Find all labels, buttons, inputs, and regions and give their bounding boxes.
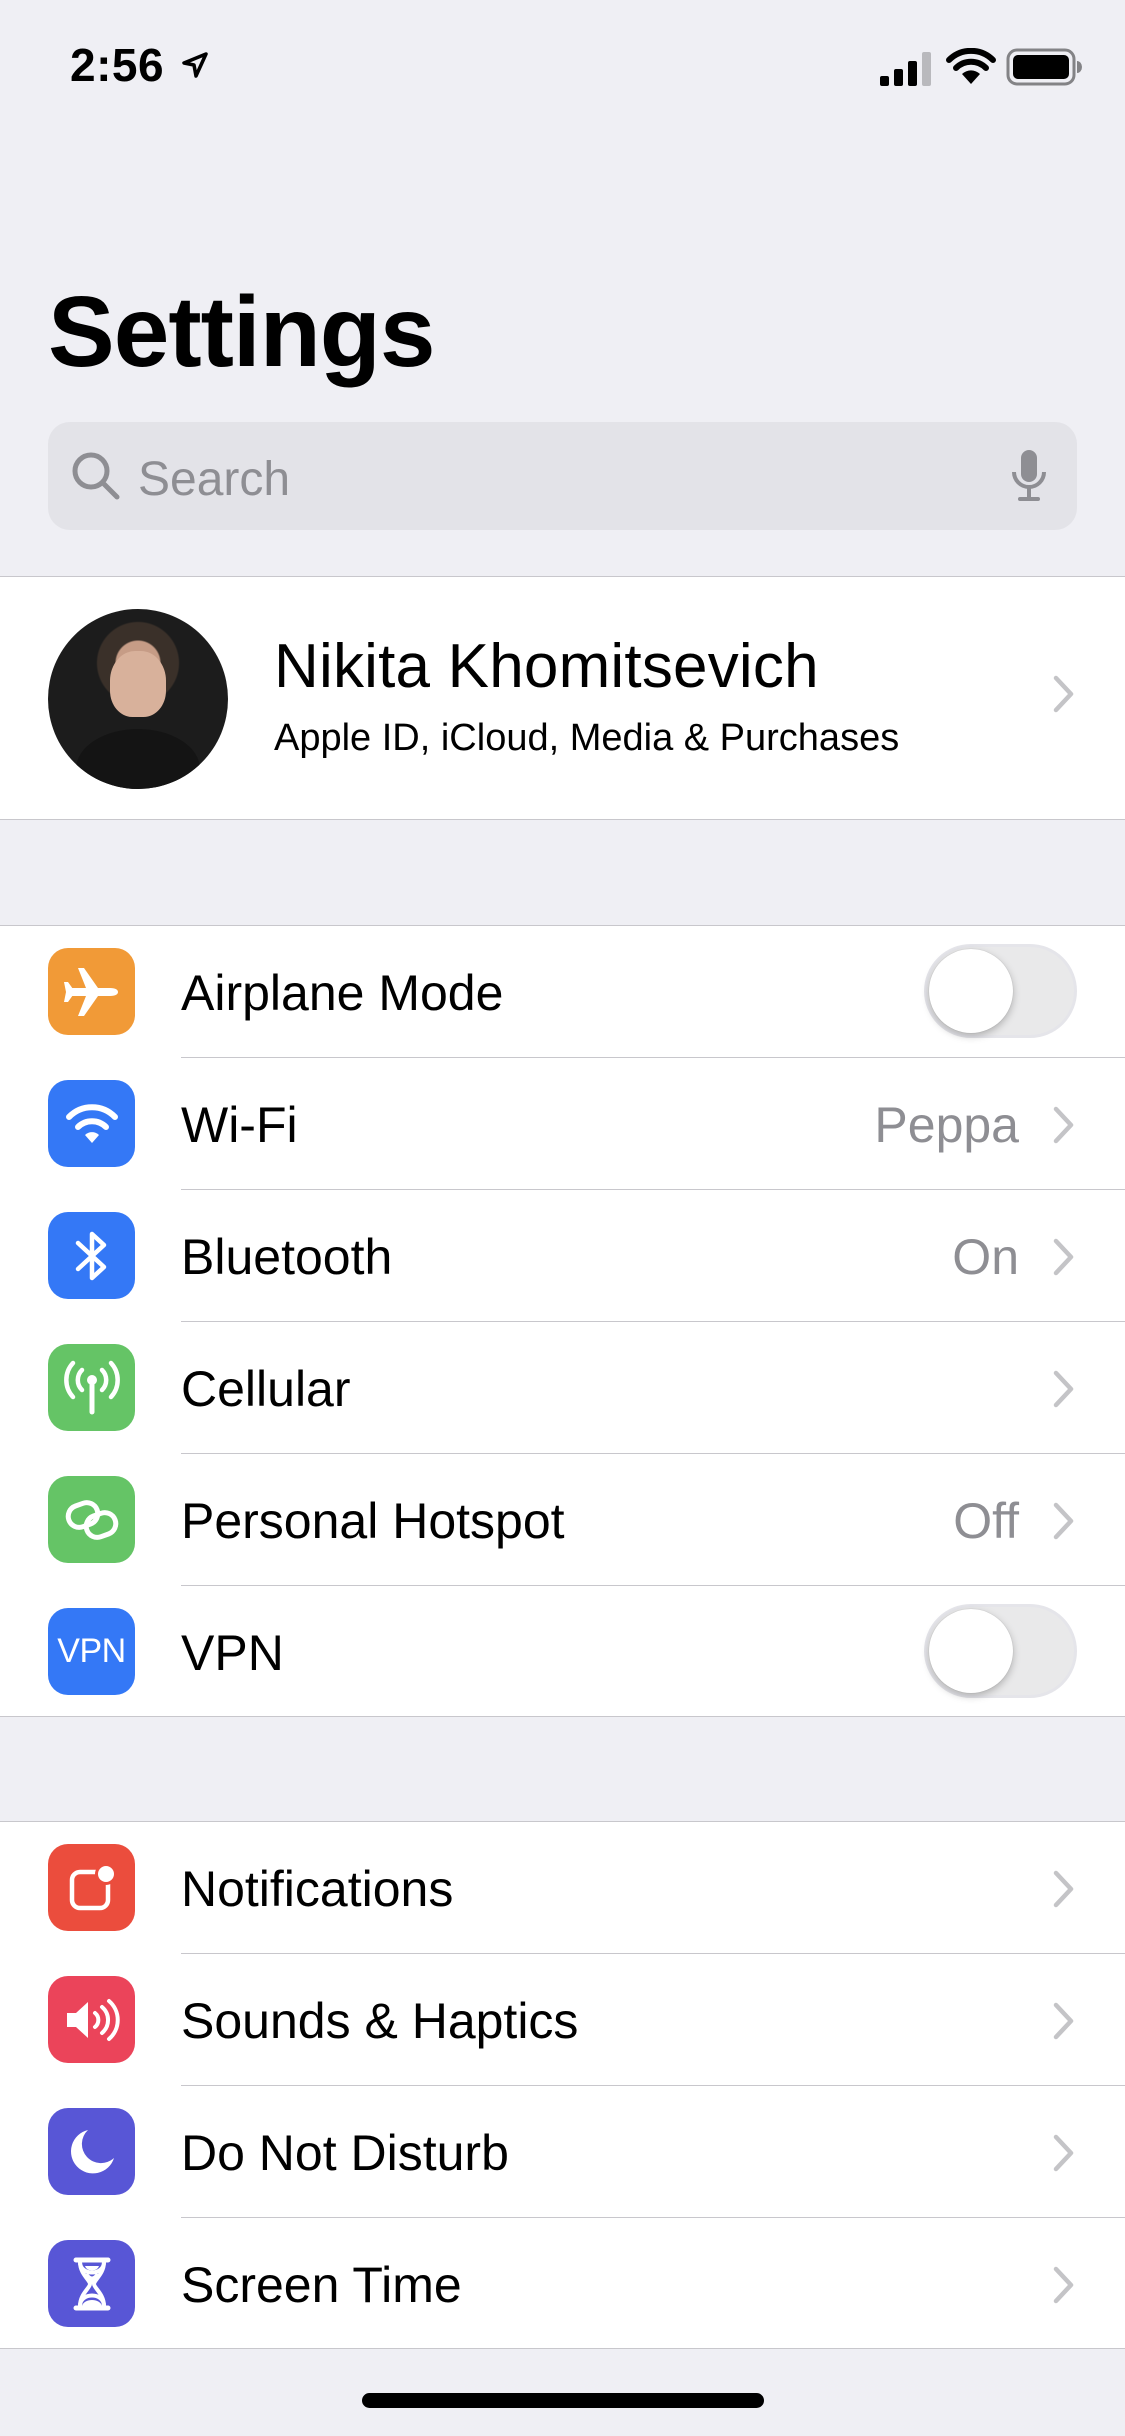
- search-icon: [72, 452, 120, 500]
- wifi-icon: [48, 1080, 135, 1167]
- row-value: Peppa: [874, 1097, 1019, 1153]
- airplane-mode-toggle[interactable]: [924, 944, 1077, 1038]
- row-vpn[interactable]: VPN VPN: [0, 1586, 1125, 1718]
- row-airplane-mode[interactable]: Airplane Mode: [0, 926, 1125, 1058]
- row-value: On: [952, 1229, 1019, 1285]
- location-arrow-icon: [182, 52, 208, 78]
- connectivity-group: Airplane Mode Wi-Fi Peppa Bluetooth On C…: [0, 925, 1125, 1717]
- row-label: Wi-Fi: [181, 1097, 298, 1153]
- row-wifi[interactable]: Wi-Fi Peppa: [0, 1058, 1125, 1190]
- row-notifications[interactable]: Notifications: [0, 1822, 1125, 1954]
- bluetooth-icon: [48, 1212, 135, 1299]
- row-label: Sounds & Haptics: [181, 1993, 579, 2049]
- row-sounds-haptics[interactable]: Sounds & Haptics: [0, 1954, 1125, 2086]
- hotspot-icon: [48, 1476, 135, 1563]
- chevron-right-icon: [1053, 2266, 1074, 2304]
- wifi-status-icon: [946, 48, 996, 84]
- moon-icon: [48, 2108, 135, 2195]
- vpn-toggle[interactable]: [924, 1604, 1077, 1698]
- chevron-right-icon: [1053, 1238, 1074, 1276]
- status-time: 2:56: [70, 39, 165, 91]
- avatar: [48, 609, 228, 789]
- row-bluetooth[interactable]: Bluetooth On: [0, 1190, 1125, 1322]
- airplane-icon: [48, 948, 135, 1035]
- row-screen-time[interactable]: Screen Time: [0, 2218, 1125, 2350]
- status-bar: 2:56: [0, 0, 1125, 132]
- settings-screen: 2:56 Settings Search Nikita Khomitsevich…: [0, 0, 1125, 2436]
- notifications-icon: [48, 1844, 135, 1931]
- chevron-right-icon: [1053, 1870, 1074, 1908]
- row-label: Bluetooth: [181, 1229, 393, 1285]
- hourglass-icon: [48, 2240, 135, 2327]
- search-bar[interactable]: Search: [48, 422, 1077, 530]
- row-value: Off: [953, 1493, 1019, 1549]
- row-label: Do Not Disturb: [181, 2125, 509, 2181]
- row-label: Personal Hotspot: [181, 1493, 565, 1549]
- chevron-right-icon: [1053, 1106, 1074, 1144]
- row-label: Notifications: [181, 1861, 454, 1917]
- microphone-icon[interactable]: [1009, 448, 1049, 504]
- cellular-signal-icon: [880, 52, 931, 86]
- antenna-icon: [48, 1344, 135, 1431]
- profile-subtitle: Apple ID, iCloud, Media & Purchases: [274, 717, 900, 759]
- row-do-not-disturb[interactable]: Do Not Disturb: [0, 2086, 1125, 2218]
- apple-id-row[interactable]: Nikita Khomitsevich Apple ID, iCloud, Me…: [0, 576, 1125, 820]
- row-label: Airplane Mode: [181, 965, 504, 1021]
- battery-icon: [1006, 48, 1082, 86]
- chevron-right-icon: [1053, 1370, 1074, 1408]
- row-personal-hotspot[interactable]: Personal Hotspot Off: [0, 1454, 1125, 1586]
- row-label: Screen Time: [181, 2257, 462, 2313]
- page-title: Settings: [48, 276, 435, 388]
- row-label: Cellular: [181, 1361, 351, 1417]
- search-input[interactable]: Search: [138, 452, 290, 507]
- chevron-right-icon: [1053, 2002, 1074, 2040]
- speaker-icon: [48, 1976, 135, 2063]
- row-label: VPN: [181, 1625, 284, 1681]
- row-cellular[interactable]: Cellular: [0, 1322, 1125, 1454]
- chevron-right-icon: [1053, 2134, 1074, 2172]
- chevron-right-icon: [1053, 1502, 1074, 1540]
- home-indicator[interactable]: [362, 2393, 764, 2408]
- profile-name: Nikita Khomitsevich: [274, 632, 819, 701]
- notifications-group: Notifications Sounds & Haptics Do Not Di…: [0, 1821, 1125, 2349]
- chevron-right-icon: [1053, 675, 1074, 713]
- vpn-icon-text: VPN: [57, 1632, 126, 1670]
- vpn-icon: VPN: [48, 1608, 135, 1695]
